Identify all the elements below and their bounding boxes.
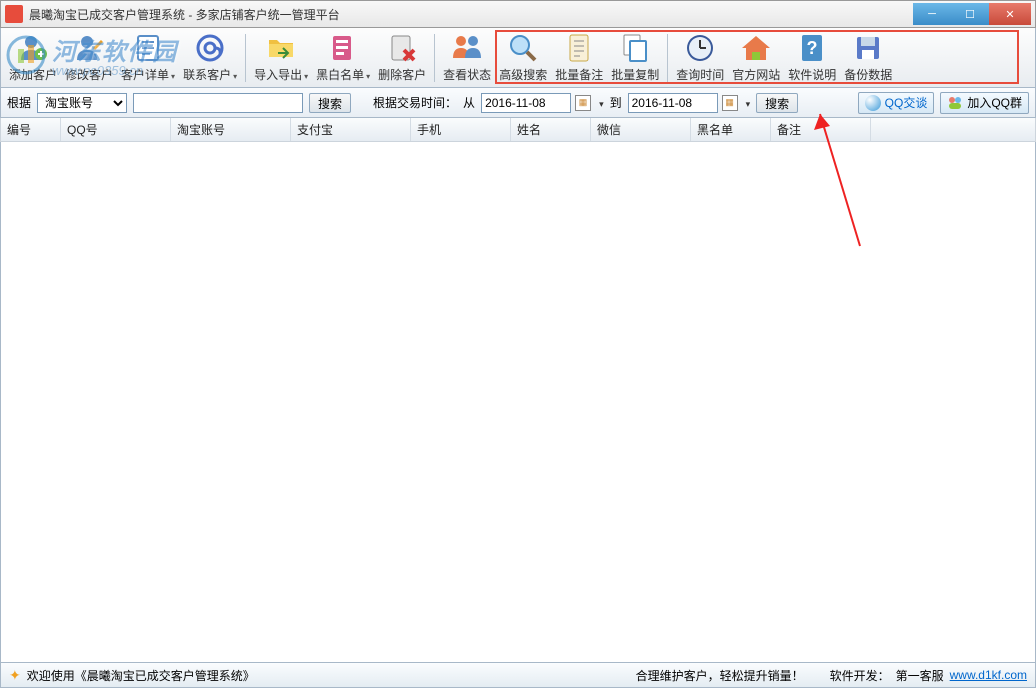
toolbar-doc[interactable]: 批量备注 <box>551 31 607 85</box>
toolbar: 添加客户修改客户客户详单▾联系客户▾ 导入导出▾黑白名单▾删除客户 查看状态高级… <box>0 28 1036 88</box>
magnify-icon <box>507 32 539 64</box>
date-to-input[interactable] <box>628 93 718 113</box>
clock-icon <box>684 32 716 64</box>
detail-icon <box>132 32 164 64</box>
status-slogan: 合理维护客户，轻松提升销量！ <box>636 667 804 684</box>
column-header[interactable]: 支付宝 <box>291 118 411 141</box>
folder-icon <box>265 32 297 64</box>
searchbar: 根据 淘宝账号 搜索 根据交易时间： 从 ▦ 到 ▦ 搜索 QQ交谈 加入QQ群 <box>0 88 1036 118</box>
maximize-button[interactable]: ☐ <box>951 3 989 25</box>
delete-icon <box>386 32 418 64</box>
qq-group-button[interactable]: 加入QQ群 <box>940 92 1029 114</box>
toolbar-delete[interactable]: 删除客户 <box>374 31 430 85</box>
toolbar-save[interactable]: 备份数据 <box>840 31 896 85</box>
toolbar-folder[interactable]: 导入导出▾ <box>250 31 312 85</box>
user-add-icon <box>17 32 49 64</box>
column-header[interactable]: 淘宝账号 <box>171 118 291 141</box>
column-header[interactable]: 备注 <box>771 118 871 141</box>
search-by-select[interactable]: 淘宝账号 <box>37 93 127 113</box>
toolbar-user-edit[interactable]: 修改客户 <box>61 31 117 85</box>
blacklist-icon <box>327 32 359 64</box>
toolbar-at[interactable]: 联系客户▾ <box>179 31 241 85</box>
search-button-2[interactable]: 搜索 <box>756 93 798 113</box>
close-button[interactable]: ✕ <box>989 3 1031 25</box>
qq-chat-button[interactable]: QQ交谈 <box>858 92 935 114</box>
svg-text:?: ? <box>807 38 818 58</box>
users-icon <box>451 32 483 64</box>
column-header[interactable]: 姓名 <box>511 118 591 141</box>
search-time-label: 根据交易时间： <box>373 94 457 111</box>
titlebar: 晨曦淘宝已成交客户管理系统 - 多家店铺客户统一管理平台 ─ ☐ ✕ <box>0 0 1036 28</box>
toolbar-home[interactable]: 官方网站 <box>728 31 784 85</box>
date-from-input[interactable] <box>481 93 571 113</box>
column-header[interactable]: 黑名单 <box>691 118 771 141</box>
qq-icon <box>865 95 881 111</box>
calendar-icon[interactable]: ▦ <box>575 95 591 111</box>
column-header[interactable]: QQ号 <box>61 118 171 141</box>
statusbar: ✦ 欢迎使用《晨曦淘宝已成交客户管理系统》 合理维护客户，轻松提升销量！ 软件开… <box>0 662 1036 688</box>
people-icon <box>947 95 963 111</box>
help-icon: ? <box>796 32 828 64</box>
calendar-icon[interactable]: ▦ <box>722 95 738 111</box>
toolbar-users[interactable]: 查看状态 <box>439 31 495 85</box>
copy-icon <box>619 32 651 64</box>
from-label: 从 <box>463 94 475 111</box>
toolbar-clock[interactable]: 查询时间 <box>672 31 728 85</box>
toolbar-user-add[interactable]: 添加客户 <box>5 31 61 85</box>
status-dev-name: 第一客服 <box>896 667 944 684</box>
table-header: 编号QQ号淘宝账号支付宝手机姓名微信黑名单备注 <box>0 118 1036 142</box>
column-header[interactable]: 编号 <box>1 118 61 141</box>
to-label: 到 <box>610 94 622 111</box>
home-icon <box>740 32 772 64</box>
doc-icon <box>563 32 595 64</box>
status-dev-link[interactable]: www.d1kf.com <box>950 668 1027 682</box>
toolbar-magnify[interactable]: 高级搜索 <box>495 31 551 85</box>
window-title: 晨曦淘宝已成交客户管理系统 - 多家店铺客户统一管理平台 <box>29 6 913 23</box>
search-button-1[interactable]: 搜索 <box>309 93 351 113</box>
save-icon <box>852 32 884 64</box>
at-icon <box>194 32 226 64</box>
search-keyword-input[interactable] <box>133 93 303 113</box>
status-dev-label: 软件开发： <box>830 667 890 684</box>
star-icon: ✦ <box>9 667 21 684</box>
column-header[interactable]: 微信 <box>591 118 691 141</box>
toolbar-detail[interactable]: 客户详单▾ <box>117 31 179 85</box>
toolbar-help[interactable]: ?软件说明 <box>784 31 840 85</box>
search-by-label: 根据 <box>7 94 31 111</box>
minimize-button[interactable]: ─ <box>913 3 951 25</box>
toolbar-copy[interactable]: 批量复制 <box>607 31 663 85</box>
toolbar-blacklist[interactable]: 黑白名单▾ <box>312 31 374 85</box>
table-body <box>0 142 1036 662</box>
user-edit-icon <box>73 32 105 64</box>
app-icon <box>5 5 23 23</box>
status-welcome: 欢迎使用《晨曦淘宝已成交客户管理系统》 <box>27 667 255 684</box>
column-header[interactable]: 手机 <box>411 118 511 141</box>
